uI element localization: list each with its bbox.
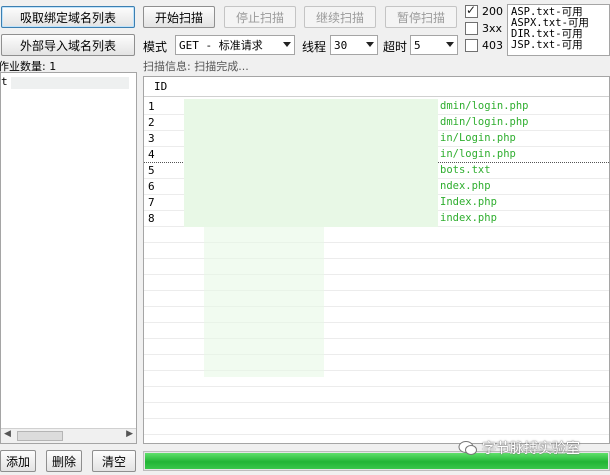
status-3xx-label: 3xx bbox=[482, 22, 503, 35]
stop-scan-button[interactable]: 停止扫描 bbox=[224, 6, 296, 28]
status-200-label: 200 bbox=[482, 5, 503, 18]
row-url: bots.txt bbox=[440, 164, 491, 176]
chevron-down-icon bbox=[446, 42, 454, 47]
delete-button[interactable]: 删除 bbox=[46, 450, 82, 472]
horizontal-scrollbar[interactable]: ◀ ▶ bbox=[1, 428, 136, 443]
row-id: 3 bbox=[148, 132, 155, 145]
redacted-block bbox=[204, 227, 324, 377]
dictionary-list[interactable]: ASP.txt-可用 ASPX.txt-可用 DIR.txt-可用 JSP.tx… bbox=[507, 4, 610, 56]
row-id: 2 bbox=[148, 116, 155, 129]
results-header: ID bbox=[144, 77, 609, 97]
timeout-select[interactable]: 5 bbox=[410, 35, 458, 55]
row-id: 7 bbox=[148, 196, 155, 209]
scroll-right-icon[interactable]: ▶ bbox=[126, 429, 133, 439]
mode-select[interactable]: GET - 标准请求 bbox=[175, 35, 295, 55]
row-url: dmin/login.php bbox=[440, 100, 529, 112]
mode-label: 模式 bbox=[143, 40, 168, 54]
scan-info-label: 扫描信息: 扫描完成... bbox=[143, 60, 249, 73]
row-url: in/login.php bbox=[440, 148, 516, 160]
dictionary-item[interactable]: JSP.txt-可用 bbox=[511, 40, 609, 51]
timeout-value: 5 bbox=[414, 38, 421, 52]
row-id: 5 bbox=[148, 164, 155, 177]
redacted-block bbox=[184, 99, 438, 227]
domain-list[interactable]: t ◀ ▶ bbox=[0, 72, 137, 444]
row-id: 6 bbox=[148, 180, 155, 193]
status-403-label: 403 bbox=[482, 39, 503, 52]
row-url: ndex.php bbox=[440, 180, 491, 192]
timeout-label: 超时 bbox=[383, 40, 408, 54]
status-200-checkbox[interactable] bbox=[465, 3, 478, 18]
list-item[interactable]: t bbox=[1, 75, 8, 88]
status-403-checkbox[interactable] bbox=[465, 39, 478, 52]
row-id: 4 bbox=[148, 148, 155, 161]
scroll-left-icon[interactable]: ◀ bbox=[4, 429, 11, 439]
chevron-down-icon bbox=[283, 42, 291, 47]
table-row bbox=[144, 403, 609, 419]
status-3xx-checkbox[interactable] bbox=[465, 22, 478, 35]
add-button[interactable]: 添加 bbox=[0, 450, 36, 472]
row-url: Index.php bbox=[440, 196, 497, 208]
scrollbar-thumb[interactable] bbox=[17, 431, 63, 441]
clear-button[interactable]: 清空 bbox=[92, 450, 136, 472]
table-row bbox=[144, 419, 609, 435]
id-column-header[interactable]: ID bbox=[154, 80, 167, 93]
redacted-block bbox=[11, 77, 129, 89]
import-domains-button[interactable]: 外部导入域名列表 bbox=[1, 34, 135, 56]
continue-scan-button[interactable]: 继续扫描 bbox=[304, 6, 376, 28]
threads-select[interactable]: 30 bbox=[330, 35, 378, 55]
wechat-icon bbox=[458, 441, 477, 455]
row-url: dmin/login.php bbox=[440, 116, 529, 128]
row-url: in/Login.php bbox=[440, 132, 516, 144]
row-url: index.php bbox=[440, 212, 497, 224]
pause-scan-button[interactable]: 暂停扫描 bbox=[385, 6, 457, 28]
watermark-text: 字节脉搏实验室 bbox=[482, 441, 580, 457]
results-table[interactable]: ID 1 dmin/login.php 2 dmin/login.php 3 in/L… bbox=[143, 76, 610, 444]
row-id: 8 bbox=[148, 212, 155, 225]
chevron-down-icon bbox=[366, 42, 374, 47]
row-id: 1 bbox=[148, 100, 155, 113]
load-bound-domains-button[interactable]: 吸取绑定域名列表 bbox=[1, 6, 135, 28]
mode-value: GET - 标准请求 bbox=[179, 39, 263, 52]
watermark: 字节脉搏实验室 bbox=[458, 438, 580, 458]
threads-label: 线程 bbox=[302, 40, 327, 54]
table-row bbox=[144, 387, 609, 403]
threads-value: 30 bbox=[334, 38, 348, 52]
start-scan-button[interactable]: 开始扫描 bbox=[143, 6, 215, 28]
